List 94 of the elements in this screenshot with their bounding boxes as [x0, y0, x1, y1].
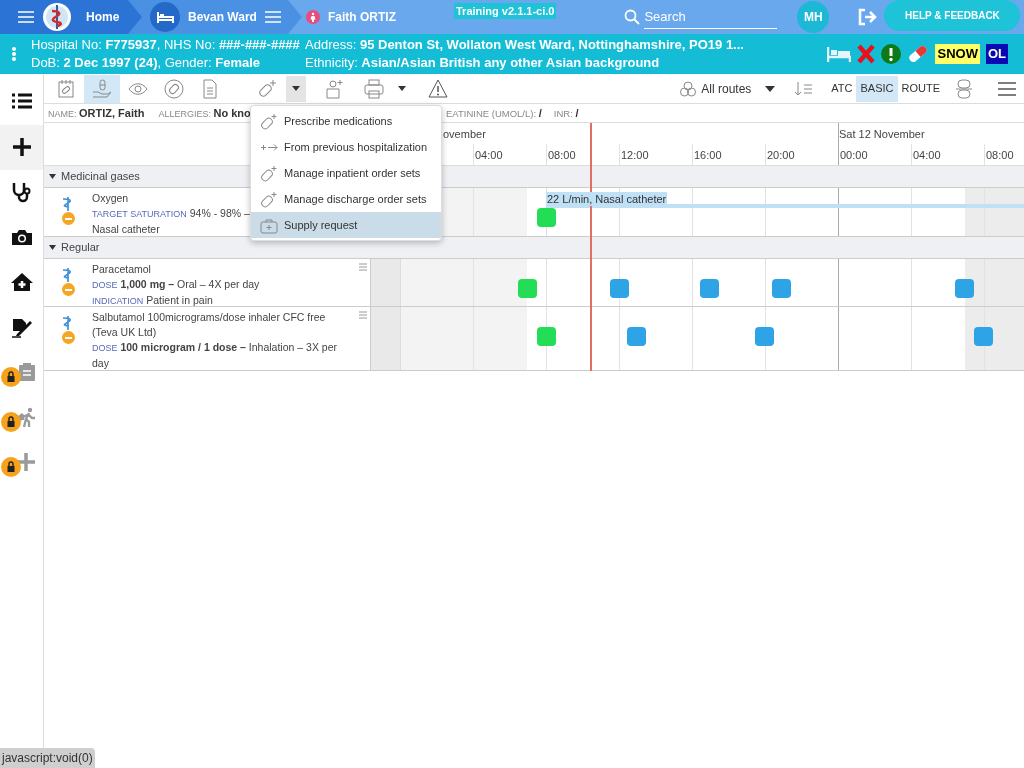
status-tag: SNOW [935, 44, 980, 64]
medical-case-icon [260, 216, 278, 234]
patient-detail: DoB: 2 Dec 1997 (24), Gender: Female [31, 54, 262, 72]
camera-icon [10, 227, 33, 248]
medication-detail: DOSE 1,000 mg – Oral – 4X per day [92, 277, 260, 292]
medication-detail: DOSE 100 microgram / 1 dose – Inhalation – 3X per day [92, 340, 338, 371]
shaded-period [965, 188, 1024, 236]
medication-name: Paracetamol [92, 262, 151, 277]
document-icon [200, 78, 220, 99]
tablet-icon [61, 331, 75, 344]
pill-plus-icon [260, 190, 278, 208]
bed-icon[interactable] [827, 46, 852, 62]
search-field[interactable]: Search [644, 5, 778, 29]
document-edit-icon [10, 317, 33, 338]
planned-dose-marker[interactable] [700, 279, 719, 298]
plus-arrow-icon [260, 143, 278, 151]
lock-icon [1, 367, 21, 387]
search-icon [624, 9, 641, 25]
planned-dose-marker[interactable] [772, 279, 791, 298]
notepad-pill-icon [56, 78, 76, 99]
routes-icon [679, 80, 698, 97]
dropdown-button[interactable] [286, 75, 306, 102]
logo-icon [42, 2, 72, 32]
hand-pill-icon [92, 78, 112, 99]
info-field: ALLERGIES: No kno [158, 104, 251, 122]
given-dose-marker[interactable] [537, 208, 556, 227]
menu-item[interactable]: Manage discharge order sets [251, 186, 441, 212]
shaded-period [965, 259, 1024, 306]
printer-icon [364, 78, 384, 99]
house-icon [10, 272, 33, 293]
environment-badge: Training v2.1.1-ci.0 [454, 3, 557, 19]
medication-name: Oxygen [92, 191, 129, 206]
caret-icon [49, 173, 56, 180]
medication-detail: TARGET SATURATION 94% - 98% – [92, 206, 250, 221]
split-pill-icon[interactable] [956, 78, 972, 99]
menu-icon[interactable] [998, 81, 1016, 96]
more-icon[interactable] [11, 46, 17, 62]
medication-detail: Nasal catheter [92, 222, 160, 237]
menu-item[interactable]: Supply request [251, 212, 441, 238]
bed-icon [150, 2, 180, 32]
group-header[interactable]: Regular [44, 237, 1024, 259]
referral-icon [324, 78, 344, 99]
pill-plus-icon [260, 164, 278, 182]
menu-button[interactable] [18, 11, 34, 23]
caret-icon [398, 86, 406, 91]
breadcrumb-link[interactable]: Home [86, 8, 120, 26]
toolbar-button[interactable] [84, 74, 120, 103]
info-field: EATININE (UMOL/L): / [446, 104, 542, 122]
pill-plus-icon [260, 112, 278, 130]
lock-icon [1, 457, 21, 477]
info-field: INR: / [553, 104, 579, 122]
sidebar-button[interactable] [0, 125, 43, 170]
date-label: ovember [443, 127, 486, 142]
shaded-period [965, 307, 1024, 370]
menu-item[interactable]: Prescribe medications [251, 108, 441, 134]
view-tab[interactable]: ATC [827, 75, 857, 102]
sort-icon[interactable] [795, 81, 814, 96]
list-menu-button[interactable] [264, 11, 281, 23]
medication-detail: INDICATION Patient in pain [92, 293, 213, 308]
patient-detail: Address: 95 Denton St, Wollaton West Ward, Nottinghamshire, PO19 1... [305, 36, 745, 54]
planned-dose-marker[interactable] [610, 279, 629, 298]
info-field: NAME: ORTIZ, Faith [48, 104, 145, 122]
caret-icon [765, 85, 776, 92]
tablet-icon [61, 212, 75, 225]
warning-icon [428, 78, 448, 99]
date-label: Sat 12 November [839, 127, 925, 142]
menu-item[interactable]: From previous hospitalization [251, 134, 441, 160]
infusion-label: 22 L/min, Nasal catheter [546, 192, 668, 206]
row-menu-icon[interactable] [359, 311, 367, 319]
status-tag: OL [985, 44, 1008, 64]
lock-icon [1, 412, 21, 432]
planned-dose-marker[interactable] [755, 327, 774, 346]
route-filter-dropdown[interactable]: All routes [679, 75, 776, 102]
given-dose-marker[interactable] [518, 279, 537, 298]
planned-dose-marker[interactable] [974, 327, 993, 346]
tablet-icon [61, 283, 75, 296]
planned-dose-marker[interactable] [627, 327, 646, 346]
patient-detail: Hospital No: F775937, NHS No: ###-###-#### [31, 36, 301, 54]
pill-circle-icon [164, 78, 184, 99]
pill-plus-icon [258, 78, 278, 99]
medication-name: Salbutamol 100micrograms/dose inhaler CFC free (Teva UK Ltd) [92, 310, 327, 340]
row-menu-icon[interactable] [359, 263, 367, 271]
status-tooltip: javascript:void(0) [0, 748, 95, 768]
view-tab[interactable]: BASIC [856, 75, 898, 102]
patient-detail: Ethnicity: Asian/Asian British any other Asian background [305, 54, 661, 72]
view-tab[interactable]: ROUTE [897, 75, 944, 102]
planned-dose-marker[interactable] [955, 279, 974, 298]
stethoscope-icon [10, 182, 33, 203]
cross-icon[interactable] [857, 44, 876, 64]
plus-icon [10, 137, 33, 158]
caret-icon [49, 244, 56, 251]
given-dose-marker[interactable] [537, 327, 556, 346]
caret-icon [292, 86, 300, 91]
exclamation-icon[interactable] [881, 44, 902, 64]
